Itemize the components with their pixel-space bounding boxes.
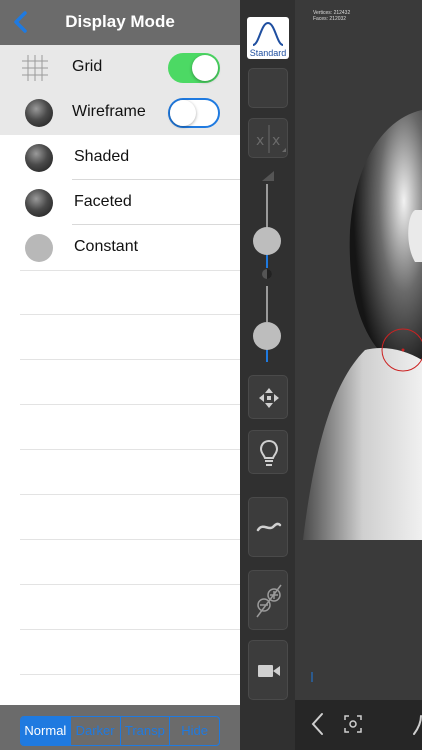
bottom-nav-bar — [295, 700, 422, 750]
segment-hide[interactable]: Hide — [169, 717, 219, 745]
page-title: Display Mode — [65, 12, 175, 31]
divider — [20, 359, 240, 360]
bell-curve-icon — [252, 21, 284, 46]
divider — [20, 584, 240, 585]
divider — [20, 449, 240, 450]
video-camera-icon — [258, 665, 280, 677]
mode-item-constant[interactable]: Constant — [0, 225, 240, 270]
mode-item-faceted[interactable]: Faceted — [0, 180, 240, 225]
app-root: Display Mode Grid Wireframe Shaded Facet… — [0, 0, 422, 750]
mode-label: Constant — [74, 238, 139, 255]
segment-darker[interactable]: Darker — [69, 717, 120, 745]
divider — [20, 629, 240, 630]
wireframe-toggle[interactable] — [168, 98, 220, 128]
toggle-rows: Grid Wireframe — [0, 45, 240, 135]
divider — [20, 404, 240, 405]
intensity-slider-knob[interactable] — [253, 322, 281, 350]
size-slider-track — [266, 184, 268, 228]
tool-sidebar: Standard x x — [240, 0, 295, 750]
segmented-control: Normal Darker Transp Hide — [20, 716, 220, 746]
divider — [20, 270, 240, 271]
sculpt-model — [295, 110, 422, 700]
svg-text:x: x — [272, 133, 280, 149]
faceted-sphere-icon — [25, 189, 53, 217]
mode-label: Shaded — [74, 148, 130, 165]
wireframe-row: Wireframe — [0, 90, 240, 135]
lighting-button[interactable] — [248, 430, 288, 474]
undo-icon[interactable] — [413, 714, 422, 736]
lightbulb-icon — [259, 439, 279, 466]
mirror-x-button[interactable]: x x — [248, 118, 288, 158]
camera-button[interactable] — [248, 640, 288, 700]
move-arrows-icon — [259, 388, 279, 408]
display-mode-panel: Display Mode Grid Wireframe Shaded Facet… — [0, 0, 240, 750]
svg-text:x: x — [256, 133, 264, 149]
segment-transp[interactable]: Transp — [119, 717, 170, 745]
mode-item-shaded[interactable]: Shaded — [0, 135, 240, 180]
hide-show-icon — [256, 584, 282, 618]
size-ramp-icon — [262, 171, 274, 181]
intensity-slider-fill — [266, 348, 268, 362]
divider — [20, 494, 240, 495]
faces-count: Faces: 212032 — [313, 16, 347, 22]
panel-header: Display Mode — [0, 0, 240, 45]
grid-row: Grid — [0, 45, 240, 90]
blank-tool-button[interactable] — [248, 68, 288, 108]
3d-viewport[interactable]: Vertices: 212432 Faces: 212032 — [295, 0, 422, 700]
toggle-knob — [192, 55, 218, 81]
back-arrow-icon[interactable] — [310, 712, 326, 736]
divider — [20, 674, 240, 675]
mirror-x-icon: x x — [256, 125, 286, 153]
standard-view-button[interactable]: Standard — [247, 17, 289, 59]
visibility-button[interactable] — [248, 570, 288, 630]
standard-label: Standard — [249, 48, 287, 58]
grid-toggle[interactable] — [168, 53, 220, 83]
bottom-bar: Normal Darker Transp Hide — [0, 705, 240, 750]
size-slider-knob[interactable] — [253, 227, 281, 255]
move-tool-button[interactable] — [248, 375, 288, 419]
toggle-knob — [170, 100, 196, 126]
segment-normal[interactable]: Normal — [21, 717, 70, 745]
wireframe-sphere-icon — [25, 99, 53, 127]
mesh-stats: Vertices: 212432 Faces: 212032 — [313, 10, 350, 22]
shaded-sphere-icon — [25, 144, 53, 172]
divider — [20, 314, 240, 315]
constant-sphere-icon — [25, 234, 53, 262]
wireframe-label: Wireframe — [72, 103, 146, 120]
divider — [20, 539, 240, 540]
mode-label: Faceted — [74, 193, 132, 210]
size-slider-fill — [266, 254, 268, 268]
frame-focus-icon[interactable] — [343, 714, 363, 734]
contrast-icon — [262, 269, 272, 279]
grid-icon — [22, 55, 48, 81]
stroke-button[interactable] — [248, 497, 288, 557]
grid-label: Grid — [72, 58, 103, 75]
intensity-slider-track — [266, 286, 268, 322]
curve-stroke-icon — [256, 522, 282, 532]
